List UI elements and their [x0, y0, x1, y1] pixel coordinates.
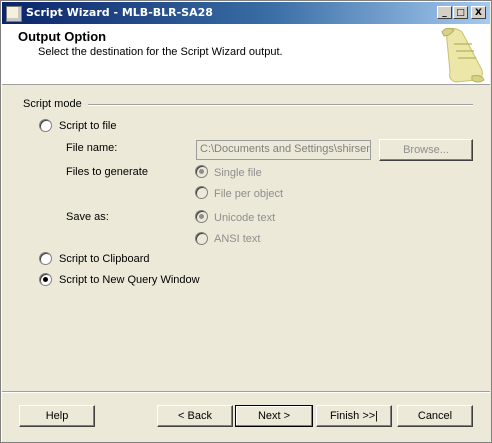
single-file-label[interactable]: Single file [214, 167, 262, 179]
script-wizard-window: Script Wizard - MLB-BLR-SA28 _ □ X Outpu… [0, 0, 492, 443]
ansi-text-label[interactable]: ANSI text [214, 233, 260, 245]
help-button[interactable]: Help [19, 405, 95, 427]
maximize-button[interactable]: □ [453, 6, 468, 19]
close-button[interactable]: X [471, 6, 486, 19]
scroll-icon [441, 27, 485, 83]
file-name-input[interactable]: C:\Documents and Settings\shirsen [196, 140, 371, 160]
wizard-header: Output Option Select the destination for… [2, 24, 490, 85]
window-title: Script Wizard - MLB-BLR-SA28 [26, 6, 213, 19]
ansi-text-radio[interactable] [195, 232, 208, 245]
unicode-text-label[interactable]: Unicode text [214, 212, 275, 224]
page-title: Output Option [18, 29, 107, 44]
back-button[interactable]: < Back [157, 405, 233, 427]
page-subtitle: Select the destination for the Script Wi… [38, 46, 283, 58]
app-icon [6, 6, 22, 22]
cancel-button[interactable]: Cancel [397, 405, 473, 427]
footer-separator [2, 391, 490, 393]
script-to-clipboard-radio[interactable] [39, 252, 52, 265]
save-as-label: Save as: [66, 211, 109, 223]
next-button[interactable]: Next > [235, 405, 313, 427]
unicode-text-radio[interactable] [195, 210, 208, 223]
script-to-file-radio[interactable] [39, 119, 52, 132]
browse-button[interactable]: Browse... [379, 139, 473, 161]
title-bar[interactable]: Script Wizard - MLB-BLR-SA28 _ □ X [2, 2, 490, 24]
group-separator [81, 104, 473, 106]
script-to-clipboard-label[interactable]: Script to Clipboard [59, 253, 150, 265]
minimize-button[interactable]: _ [437, 6, 452, 19]
script-to-new-query-window-radio[interactable] [39, 273, 52, 286]
file-name-label: File name: [66, 142, 118, 154]
files-to-generate-label: Files to generate [66, 166, 148, 178]
script-to-new-query-window-label[interactable]: Script to New Query Window [59, 274, 200, 286]
single-file-radio[interactable] [195, 165, 208, 178]
file-per-object-radio[interactable] [195, 186, 208, 199]
finish-button[interactable]: Finish >>| [316, 405, 392, 427]
script-mode-group-label: Script mode [23, 98, 88, 110]
file-per-object-label[interactable]: File per object [214, 188, 283, 200]
script-to-file-label[interactable]: Script to file [59, 120, 116, 132]
